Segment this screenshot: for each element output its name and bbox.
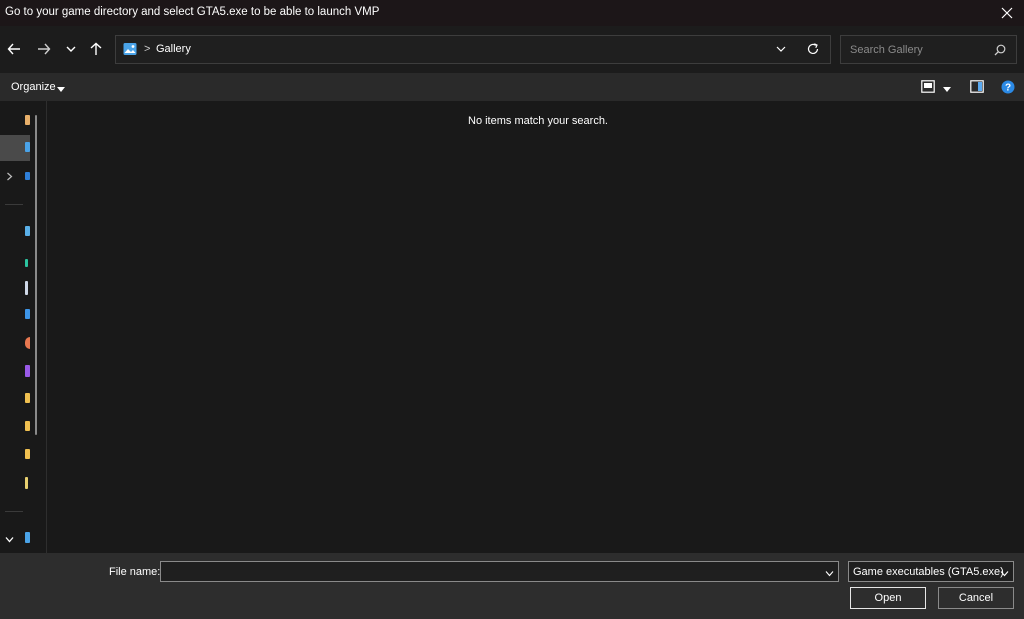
music-icon[interactable] (25, 337, 30, 349)
folder-icon[interactable] (25, 393, 30, 403)
breadcrumb-separator: > (144, 43, 151, 55)
folder-icon[interactable] (25, 449, 30, 459)
breadcrumb-gallery[interactable]: Gallery (156, 43, 191, 55)
expand-chevron-icon[interactable] (6, 172, 13, 184)
chevron-down-icon (66, 46, 76, 52)
file-list[interactable]: No items match your search. (48, 101, 1024, 553)
gallery-nav-icon[interactable] (25, 142, 30, 152)
gallery-icon (123, 42, 137, 59)
forward-arrow-icon (38, 43, 51, 55)
navigation-pane[interactable] (0, 101, 47, 553)
pictures-icon[interactable] (25, 309, 30, 319)
title-bar: Go to your game directory and select GTA… (0, 0, 1024, 26)
file-name-dropdown-button[interactable] (825, 568, 834, 580)
file-type-dropdown-button[interactable] (1000, 568, 1009, 580)
search-icon[interactable] (994, 44, 1006, 59)
command-bar: Organize ? (0, 73, 1024, 101)
recent-locations-button[interactable] (59, 37, 83, 61)
desktop-icon[interactable] (25, 226, 30, 236)
file-type-select[interactable]: Game executables (GTA5.exe) (848, 561, 1014, 582)
close-icon (1001, 7, 1013, 19)
this-pc-icon[interactable] (25, 532, 30, 543)
refresh-button[interactable] (806, 42, 820, 59)
view-dropdown-icon[interactable] (943, 84, 951, 96)
cancel-button[interactable]: Cancel (938, 587, 1014, 609)
svg-text:?: ? (1005, 83, 1011, 94)
open-button[interactable]: Open (850, 587, 926, 609)
file-name-label: File name: (109, 566, 161, 578)
empty-state-message: No items match your search. (468, 115, 608, 127)
forward-button[interactable] (32, 37, 56, 61)
expand-chevron-icon[interactable] (5, 534, 14, 546)
file-name-input[interactable] (160, 561, 839, 582)
back-arrow-icon (7, 43, 20, 55)
organize-menu[interactable]: Organize (11, 81, 56, 93)
view-options-icon[interactable] (921, 80, 935, 96)
back-button[interactable] (2, 37, 26, 61)
chevron-down-icon (776, 46, 786, 52)
address-history-button[interactable] (776, 44, 786, 57)
close-button[interactable] (990, 0, 1024, 26)
home-icon[interactable] (25, 115, 30, 125)
up-arrow-icon (90, 42, 102, 55)
up-button[interactable] (84, 37, 108, 61)
preview-pane-icon[interactable] (970, 80, 984, 96)
folder-icon[interactable] (25, 421, 30, 431)
chevron-down-icon (1000, 571, 1009, 577)
chevron-down-icon (825, 571, 834, 577)
nav-pane-scrollbar[interactable] (35, 115, 37, 435)
footer-bar: File name: Game executables (GTA5.exe) O… (0, 553, 1024, 619)
search-box[interactable]: Search Gallery (840, 35, 1017, 64)
navigation-bar: > Gallery Search Gallery (0, 26, 1024, 73)
documents-icon[interactable] (25, 281, 28, 295)
folder-icon[interactable] (25, 477, 28, 489)
videos-icon[interactable] (25, 365, 30, 377)
search-input[interactable]: Search Gallery (850, 44, 923, 56)
caret-down-icon (57, 84, 65, 96)
refresh-icon (807, 43, 819, 55)
nav-divider (5, 511, 23, 512)
onedrive-icon[interactable] (25, 172, 30, 180)
file-type-selected: Game executables (GTA5.exe) (853, 566, 1004, 578)
window-title: Go to your game directory and select GTA… (5, 6, 380, 18)
downloads-icon[interactable] (25, 259, 28, 267)
help-icon[interactable]: ? (1001, 80, 1015, 97)
nav-divider (5, 204, 23, 205)
address-bar[interactable]: > Gallery (115, 35, 831, 64)
